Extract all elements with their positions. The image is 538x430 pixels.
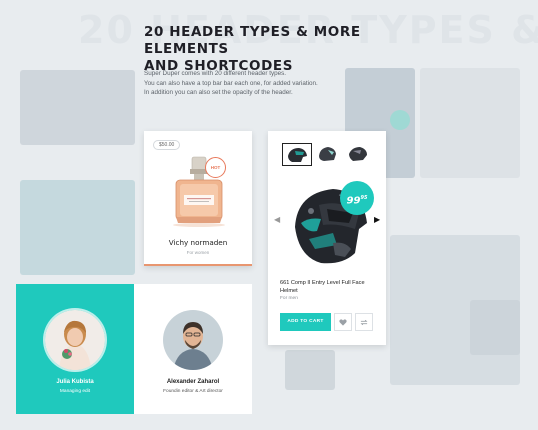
- product-name[interactable]: Vichy normaden: [144, 238, 252, 247]
- product-subtitle: For women: [186, 250, 210, 255]
- chevron-right-icon[interactable]: ▶: [374, 215, 380, 224]
- hot-badge: HOT: [205, 157, 226, 178]
- add-to-cart-button[interactable]: ADD TO CART: [280, 313, 331, 331]
- team-member-photo: [163, 310, 223, 370]
- price-badge: 9995: [340, 181, 374, 215]
- team-member-card[interactable]: Julia Kubista Managing edit: [16, 284, 134, 414]
- page-title-line-1: 20 HEADER TYPES & MORE ELEMENTS: [144, 24, 361, 57]
- team-member-card[interactable]: Alexander Zaharol Foundin editor & Art d…: [134, 284, 252, 414]
- background-image: [20, 70, 135, 145]
- member-role: Managing edit: [59, 389, 91, 394]
- product-name[interactable]: 661 Comp II Entry Level Full Face Helmet: [280, 279, 376, 295]
- background-image: [470, 300, 520, 355]
- price-main: 99: [346, 195, 361, 207]
- intro-line: Super Duper comes with 20 different head…: [144, 70, 286, 77]
- intro-line: In addition you can also set the opacity…: [144, 89, 293, 97]
- helmet-thumbnail-image: [349, 146, 367, 161]
- background-image: [420, 68, 520, 178]
- intro-text: Super Duper comes with 20 different head…: [144, 69, 374, 98]
- helmet-thumbnail-image: [319, 146, 336, 161]
- background-image: [20, 180, 135, 275]
- thumbnail-3[interactable]: [344, 143, 372, 164]
- thumbnail-1[interactable]: [282, 143, 312, 166]
- intro-line: You can also have a top bar bar each one…: [144, 79, 318, 87]
- chevron-left-icon[interactable]: ◀: [274, 215, 280, 224]
- team-member-photo: [45, 310, 105, 370]
- compare-button[interactable]: [355, 313, 373, 331]
- compare-icon: [360, 319, 368, 325]
- price-tag: $50.00: [153, 140, 181, 150]
- helmet-thumbnail-image: [288, 147, 307, 162]
- price-cents: 95: [360, 195, 368, 201]
- member-name: Alexander Zaharol: [166, 379, 220, 385]
- wishlist-button[interactable]: [334, 313, 352, 331]
- product-card-helmet[interactable]: 9995 ◀ ▶ 661 Comp II Entry Level Full Fa…: [268, 131, 386, 345]
- member-role: Foundin editor & Art director: [163, 389, 223, 394]
- background-image: [285, 350, 335, 390]
- product-card-perfume[interactable]: $50.00 HOT Vichy normaden For women: [144, 131, 252, 266]
- background-image: [390, 110, 410, 130]
- thumbnail-2[interactable]: [313, 143, 341, 164]
- member-name: Julia Kubista: [56, 379, 94, 385]
- page-title: 20 HEADER TYPES & MORE ELEMENTS AND SHOR…: [144, 24, 404, 75]
- product-subtitle: For men: [280, 296, 298, 301]
- avatar: [45, 310, 105, 370]
- avatar: [163, 310, 223, 370]
- heart-icon: [339, 318, 347, 326]
